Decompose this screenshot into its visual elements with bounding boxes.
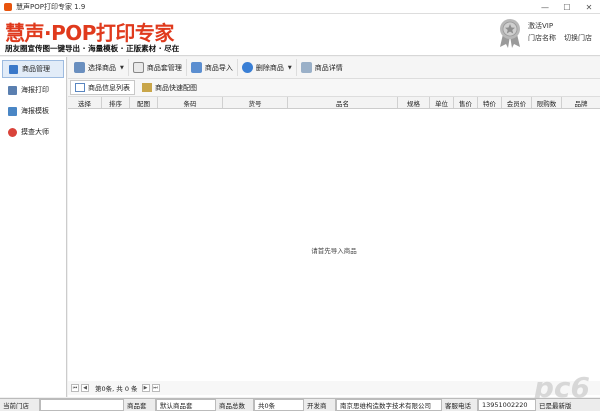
chevron-down-icon[interactable]: ▼ [120,65,124,71]
delete-product-button[interactable]: 删除商品 ▼ [238,59,297,76]
checklist-icon [74,62,85,73]
table-icon [75,83,85,92]
status-bar: 当前门店 商品套 默认商品套 商品总数 共0条 开发商 南京思维构造数字技术有限… [0,398,600,411]
column-header[interactable]: 品牌 [562,97,600,108]
print-icon [8,85,17,95]
sidebar-item-poster-template[interactable]: 海报模板 [2,102,64,120]
window-title: 慧声POP打印专家 1.9 [16,2,86,11]
column-header[interactable]: 条码 [158,97,223,108]
page-info: 第0条, 共 0 条 [95,385,138,393]
product-set-label: 商品套管理 [146,63,182,72]
close-button[interactable]: ✕ [578,0,600,14]
tab-label: 商品信息列表 [88,83,130,92]
developer-label: 开发商 [304,399,336,411]
app-logo: 慧声·POP打印专家 [5,21,174,45]
column-header[interactable]: 货号 [223,97,288,108]
title-bar: 慧声POP打印专家 1.9 — ☐ ✕ [0,0,600,14]
sidebar-item-label: 商品管理 [22,65,50,73]
pagination-bar: ⏮ ◀ 第0条, 共 0 条 ▶ ⏭ [68,381,600,395]
product-set-button[interactable]: 商品套管理 [129,59,187,76]
tab-product-info-list[interactable]: 商品信息列表 [70,80,135,95]
prev-page-button[interactable]: ◀ [81,384,89,392]
document-icon [132,62,144,73]
empty-message: 请首先导入商品 [311,247,357,255]
import-product-button[interactable]: 商品导入 [187,59,238,76]
subtab-bar: 商品信息列表 商品快速配图 [68,79,600,97]
sidebar-item-inventory-master[interactable]: 摸查大师 [2,123,64,141]
store-name-label: 门店名称 [528,34,556,42]
tab-quick-match[interactable]: 商品快速配图 [137,80,202,95]
column-header[interactable]: 单位 [430,97,454,108]
window-controls: — ☐ ✕ [534,0,600,14]
maximize-button[interactable]: ☐ [556,0,578,14]
column-header[interactable]: 排序 [102,97,130,108]
product-total-value: 共0条 [254,399,304,411]
delete-icon [241,62,253,73]
delete-product-label: 删除商品 [255,63,284,72]
tab-label: 商品快速配图 [155,83,197,92]
last-page-button[interactable]: ⏭ [151,384,160,392]
select-product-label: 选择商品 [88,63,116,72]
column-header[interactable]: 售价 [454,97,478,108]
developer-value: 南京思维构造数字技术有限公司 [336,399,442,411]
template-icon [8,106,17,116]
image-icon [142,83,152,92]
column-header[interactable]: 特价 [478,97,502,108]
product-detail-label: 商品详情 [314,63,343,72]
sidebar-item-label: 摸查大师 [21,128,49,136]
switch-store-link[interactable]: 切换门店 [564,32,592,44]
column-header[interactable]: 会员价 [502,97,532,108]
product-table: 选择 排序 配图 条码 货号 品名 规格 单位 售价 特价 会员价 限购数 品牌… [68,97,600,382]
column-header[interactable]: 配图 [130,97,158,108]
activate-vip-link[interactable]: 激活VIP [528,20,592,32]
product-total-label: 商品总数 [216,399,254,411]
product-detail-button[interactable]: 商品详情 [297,59,347,76]
hotline-value: 13951002220 [478,399,536,411]
minimize-button[interactable]: — [534,0,556,14]
column-header[interactable]: 选择 [68,97,102,108]
toolbar: 选择商品 ▼ 商品套管理 商品导入 删除商品 ▼ 商品详情 [68,57,600,79]
product-set-value: 默认商品套 [156,399,216,411]
sidebar-item-label: 海报打印 [21,86,49,94]
vip-badge-icon[interactable] [498,18,522,48]
search-detail-icon [300,62,312,73]
sidebar: 商品管理 海报打印 海报模板 摸查大师 [0,57,67,397]
sidebar-item-product-management[interactable]: 商品管理 [2,60,64,78]
product-icon [9,64,18,74]
hotline-label: 客服电话 [442,399,478,411]
column-header[interactable]: 规格 [398,97,430,108]
sidebar-item-poster-print[interactable]: 海报打印 [2,81,64,99]
app-banner: 慧声·POP打印专家 朋友圈宣传图一键导出 · 海量模板 · 正版素材 · 尽在… [0,14,600,56]
app-icon [4,2,12,11]
version-status: 已是最新版 [539,402,572,410]
clock-icon [8,127,17,137]
import-icon [190,62,202,73]
table-header: 选择 排序 配图 条码 货号 品名 规格 单位 售价 特价 会员价 限购数 品牌 [68,97,600,109]
current-store-value [40,399,124,411]
sidebar-item-label: 海报模板 [21,107,49,115]
main-panel: 选择商品 ▼ 商品套管理 商品导入 删除商品 ▼ 商品详情 商品信息列表 商品快… [68,57,600,404]
current-store-label: 当前门店 [0,399,40,411]
column-header[interactable]: 品名 [288,97,398,108]
chevron-down-icon[interactable]: ▼ [288,65,292,71]
select-product-button[interactable]: 选择商品 ▼ [70,59,129,76]
app-slogan: 朋友圈宣传图一键导出 · 海量模板 · 正版素材 · 尽在 [5,44,180,53]
first-page-button[interactable]: ⏮ [71,384,79,392]
column-header[interactable]: 限购数 [532,97,562,108]
import-product-label: 商品导入 [204,63,233,72]
vip-area: 激活VIP 门店名称 切换门店 [498,18,592,48]
product-set-label: 商品套 [124,399,156,411]
next-page-button[interactable]: ▶ [141,384,150,392]
